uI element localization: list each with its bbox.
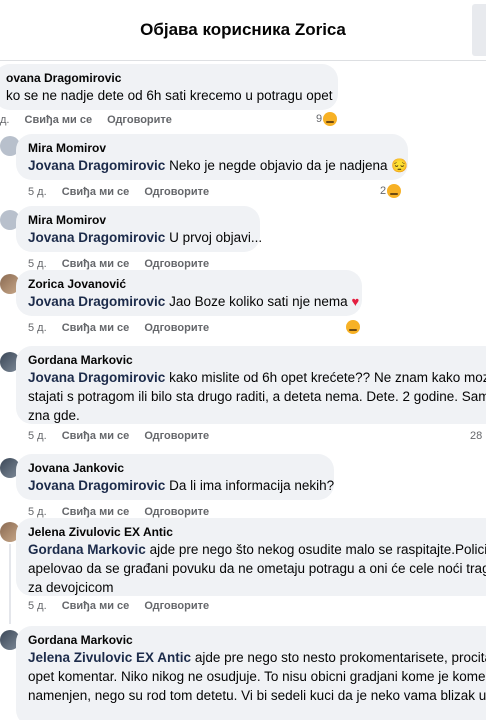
close-button[interactable] xyxy=(472,4,486,56)
reply-button[interactable]: Одговорите xyxy=(144,186,209,198)
comment-author[interactable]: Mira Momirov xyxy=(28,212,248,228)
mention-link[interactable]: Jovana Dragomirovic xyxy=(28,294,165,309)
like-button[interactable]: Свиђа ми се xyxy=(62,186,130,198)
like-button[interactable]: Свиђа ми се xyxy=(62,506,130,518)
reply-button[interactable]: Одговорите xyxy=(144,322,209,334)
comment-time[interactable]: 5 д. xyxy=(28,186,47,198)
like-button[interactable]: Свиђа ми се xyxy=(62,600,130,612)
comment-text-line: zna gde. xyxy=(28,408,80,423)
thread-line xyxy=(9,544,11,624)
comment-text-line: za devojcicom xyxy=(28,580,114,595)
comment-text: U prvoj objavi... xyxy=(169,230,263,245)
sad-reaction-icon xyxy=(323,112,338,126)
comment-text: ko se ne nadje dete od 6h sati krecemo u… xyxy=(6,88,333,103)
reaction-count: 9 xyxy=(316,113,323,125)
comment-bubble: Mira Momirov Jovana Dragomirovic Neko je… xyxy=(16,134,408,180)
comment-text-line: apelovao da se građani povuku da ne omet… xyxy=(28,561,486,576)
mention-link[interactable]: Jovana Dragomirovic xyxy=(28,230,165,245)
comment-actions: 5 д. Свиђа ми се Одговорите xyxy=(28,186,221,198)
like-button[interactable]: Свиђа ми се xyxy=(62,258,130,270)
reaction-count: 2 xyxy=(380,185,387,197)
comment-time[interactable]: д. xyxy=(0,114,9,126)
comment-author[interactable]: Gordana Markovic xyxy=(28,352,486,368)
reply-button[interactable]: Одговорите xyxy=(144,600,209,612)
comment-text-line: ajde pre nego sto nesto prokomentarisete… xyxy=(194,650,486,665)
comment-author[interactable]: Gordana Markovic xyxy=(28,632,486,648)
comment-text: Neko je negde objavio da je nadjena 😔 xyxy=(169,158,409,173)
comment-bubble: Gordana Markovic Jelena Zivulovic EX Ant… xyxy=(16,626,486,720)
like-button[interactable]: Свиђа ми се xyxy=(62,430,130,442)
comment-bubble: ovana Dragomirovic ko se ne nadje dete o… xyxy=(0,64,338,110)
comment-text-line: kako mislite od 6h opet krećete?? Ne zna… xyxy=(169,370,486,385)
sad-reaction-icon xyxy=(387,184,402,198)
comments-feed[interactable]: ovana Dragomirovic ko se ne nadje dete o… xyxy=(0,60,486,720)
reply-button[interactable]: Одговорите xyxy=(107,114,172,126)
comment-time[interactable]: 5 д. xyxy=(28,258,47,270)
post-header: Објава корисника Zorica xyxy=(0,0,486,61)
comment-time[interactable]: 5 д. xyxy=(28,430,47,442)
reaction-summary[interactable]: 28 xyxy=(470,430,482,442)
page-title: Објава корисника Zorica xyxy=(140,20,346,39)
comment-actions: д. Свиђа ми се Одговорите xyxy=(0,114,184,126)
mention-link[interactable]: Jovana Dragomirovic xyxy=(28,158,165,173)
reaction-summary[interactable]: 2 xyxy=(380,184,402,198)
reply-button[interactable]: Одговорите xyxy=(144,430,209,442)
comment-bubble: Zorica Jovanović Jovana Dragomirovic Jao… xyxy=(16,270,362,316)
comment-bubble: Jovana Jankovic Jovana Dragomirovic Da l… xyxy=(16,454,334,500)
reply-button[interactable]: Одговорите xyxy=(144,506,209,518)
mention-link[interactable]: Jovana Dragomirovic xyxy=(28,478,165,493)
like-button[interactable]: Свиђа ми се xyxy=(25,114,93,126)
reply-button[interactable]: Одговорите xyxy=(144,258,209,270)
comment-actions: 5 д. Свиђа ми се Одговорите xyxy=(28,600,221,612)
comment-author[interactable]: Zorica Jovanović xyxy=(28,276,350,292)
comment-text-line: opet komentar. Niko nikog ne osudjuje. T… xyxy=(28,669,486,684)
comment-actions: 5 д. Свиђа ми се Одговорите xyxy=(28,322,221,334)
like-button[interactable]: Свиђа ми се xyxy=(62,322,130,334)
comment-author[interactable]: Jelena Zivulovic EX Antic xyxy=(28,524,486,540)
comment-text-line: stajati s potragom ili bilo sta drugo ra… xyxy=(28,389,486,404)
comment-time[interactable]: 5 д. xyxy=(28,506,47,518)
comment-bubble: Gordana Markovic Jovana Dragomirovic kak… xyxy=(16,346,486,424)
reaction-summary[interactable] xyxy=(346,320,360,334)
comment-author[interactable]: ovana Dragomirovic xyxy=(6,70,326,86)
comment-time[interactable]: 5 д. xyxy=(28,600,47,612)
comment-bubble: Mira Momirov Jovana Dragomirovic U prvoj… xyxy=(16,206,263,252)
comment-time[interactable]: 5 д. xyxy=(28,322,47,334)
comment-text-line: namenjen, nego su rod tom detetu. Vi bi … xyxy=(28,688,486,703)
reaction-count: 28 xyxy=(470,430,483,442)
mention-link[interactable]: Jelena Zivulovic EX Antic xyxy=(28,650,191,665)
comment-actions: 5 д. Свиђа ми се Одговорите xyxy=(28,258,221,270)
reaction-summary[interactable]: 9 xyxy=(316,112,338,126)
comment-text: Jao Boze koliko sati nje nema xyxy=(169,294,348,309)
comment-actions: 5 д. Свиђа ми се Одговорите xyxy=(28,506,221,518)
sad-reaction-icon xyxy=(346,320,360,334)
mention-link[interactable]: Gordana Markovic xyxy=(28,542,146,557)
heart-icon: ♥ xyxy=(351,294,360,309)
comment-text: Da li ima informacija nekih? xyxy=(169,478,335,493)
comment-author[interactable]: Jovana Jankovic xyxy=(28,460,322,476)
comment-text-line: ajde pre nego što nekog osudite malo se … xyxy=(149,542,486,557)
comment-bubble: Jelena Zivulovic EX Antic Gordana Markov… xyxy=(16,518,486,596)
comment-author[interactable]: Mira Momirov xyxy=(28,140,396,156)
mention-link[interactable]: Jovana Dragomirovic xyxy=(28,370,165,385)
comment-actions: 5 д. Свиђа ми се Одговорите xyxy=(28,430,221,442)
